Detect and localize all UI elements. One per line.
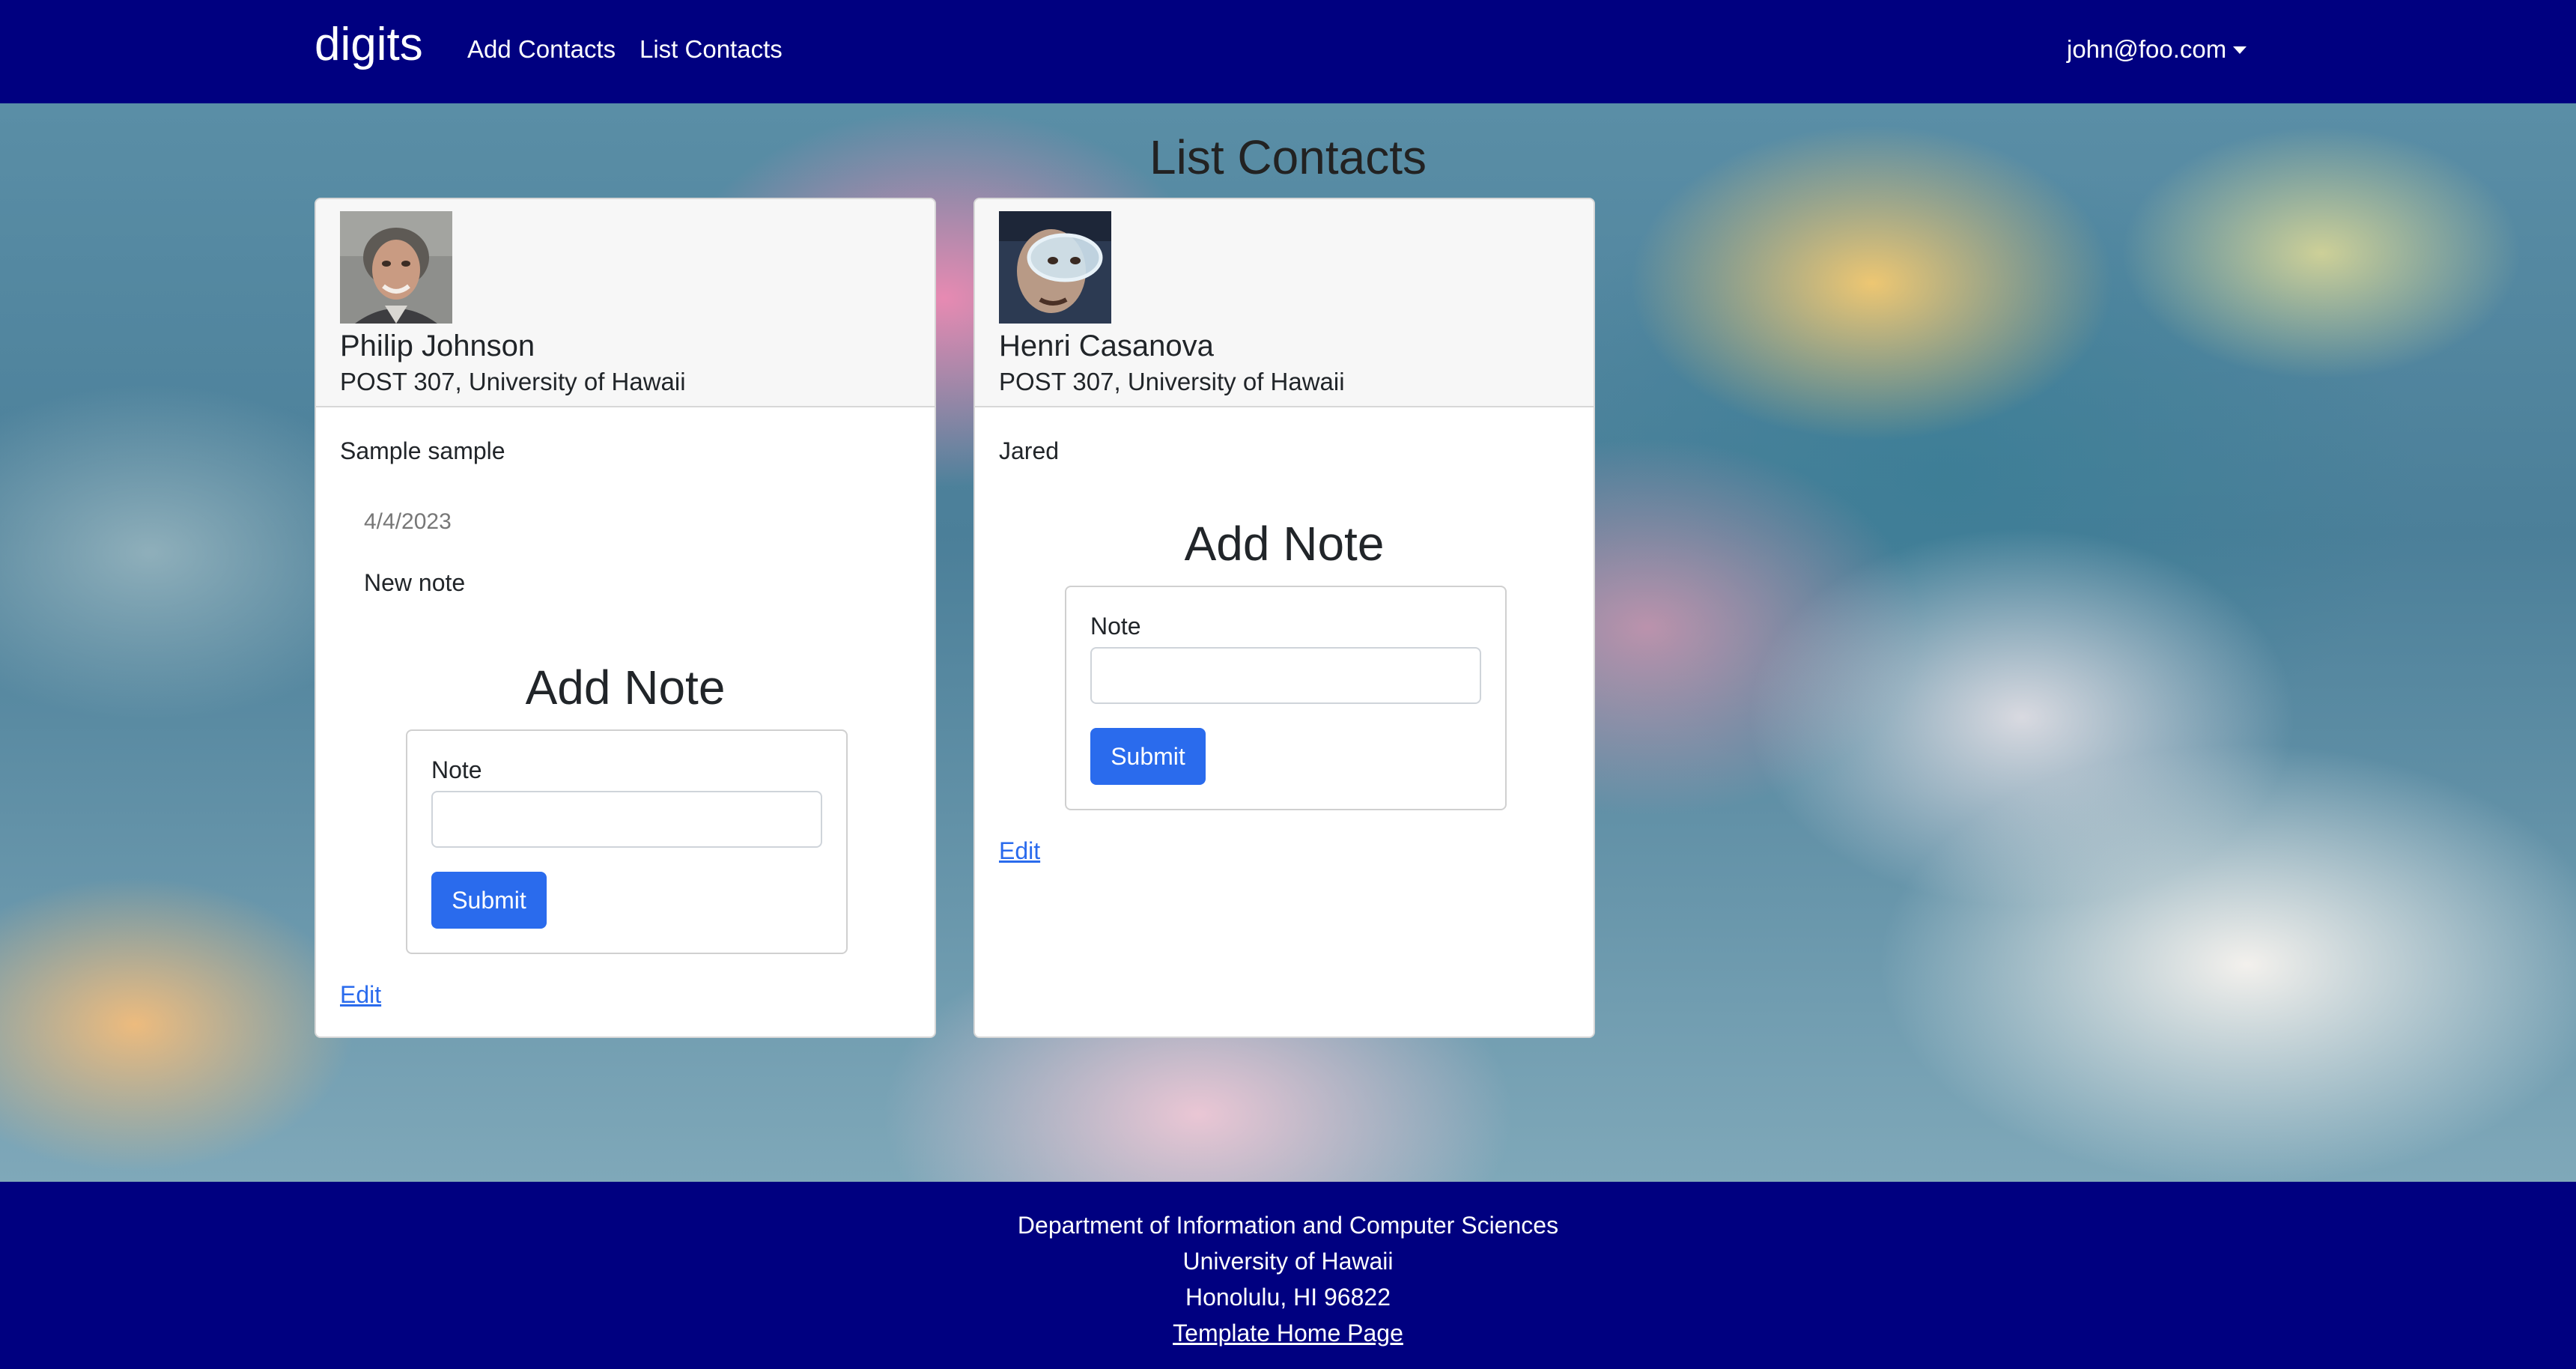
edit-link[interactable]: Edit [340, 978, 381, 1011]
add-note-form: Note Submit [406, 729, 848, 954]
note-label: Note [431, 756, 482, 783]
footer-address: Honolulu, HI 96822 [1185, 1284, 1391, 1311]
add-note-form: Note Submit [1065, 586, 1507, 810]
contact-address: POST 307, University of Hawaii [340, 368, 686, 395]
user-email: john@foo.com [2067, 35, 2227, 63]
add-note-title: Add Note [1184, 517, 1385, 571]
footer-university: University of Hawaii [1182, 1248, 1394, 1275]
note-input[interactable] [431, 791, 822, 848]
footer-link-row: Template Home Page [0, 1315, 2576, 1351]
contact-card: Philip Johnson POST 307, University of H… [315, 198, 936, 1038]
add-note-title: Add Note [525, 661, 726, 714]
navbar: digits Add Contacts List Contacts john@f… [0, 0, 2576, 103]
contact-card: Henri Casanova POST 307, University of H… [973, 198, 1595, 1038]
contact-description: Sample sample [340, 437, 505, 464]
nav-add-contacts[interactable]: Add Contacts [467, 30, 616, 69]
submit-button[interactable]: Submit [431, 872, 547, 929]
avatar [999, 211, 1111, 324]
caret-down-icon [2233, 46, 2247, 54]
user-dropdown[interactable]: john@foo.com [2067, 30, 2247, 69]
brand-logo[interactable]: digits [315, 15, 423, 75]
submit-button[interactable]: Submit [1090, 728, 1206, 785]
contact-address: POST 307, University of Hawaii [999, 368, 1345, 395]
nav-list-contacts[interactable]: List Contacts [640, 30, 783, 69]
contact-description: Jared [999, 437, 1060, 464]
footer: Department of Information and Computer S… [0, 1182, 2576, 1369]
note-date: 4/4/2023 [364, 509, 452, 534]
template-home-link[interactable]: Template Home Page [1173, 1320, 1403, 1347]
avatar [340, 211, 452, 324]
note-input[interactable] [1090, 647, 1481, 704]
contact-name: Henri Casanova [999, 330, 1214, 362]
card-header: Henri Casanova POST 307, University of H… [975, 199, 1594, 407]
contact-name: Philip Johnson [340, 330, 535, 362]
note-label: Note [1090, 613, 1141, 640]
footer-department: Department of Information and Computer S… [1017, 1212, 1559, 1239]
card-header: Philip Johnson POST 307, University of H… [316, 199, 935, 407]
edit-link[interactable]: Edit [999, 834, 1040, 867]
page-title: List Contacts [1149, 130, 1427, 184]
note-text: New note [364, 569, 466, 596]
